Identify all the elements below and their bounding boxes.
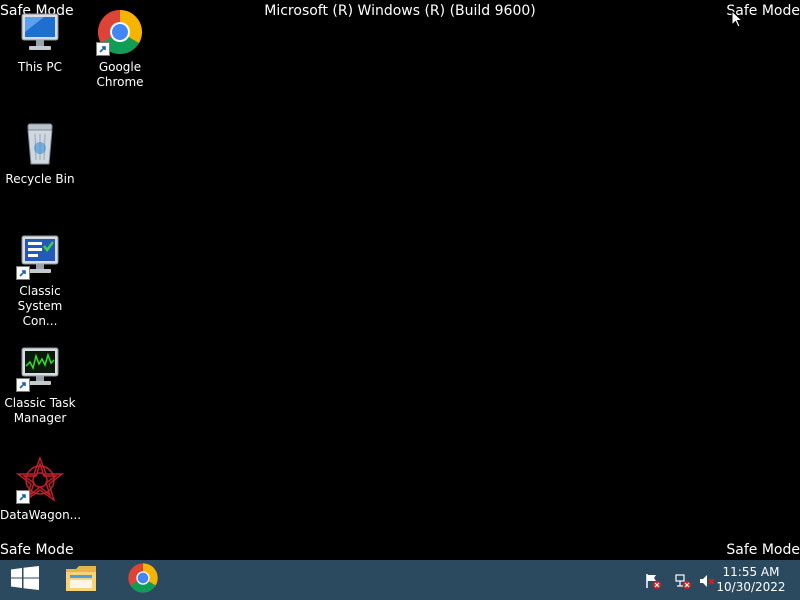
taskbar: 11:55 AM 10/30/2022 <box>0 560 800 600</box>
desktop-icon-label: This PC <box>18 60 62 74</box>
network-icon[interactable] <box>674 572 692 590</box>
shortcut-arrow-icon <box>16 266 30 280</box>
desktop-icon-google-chrome[interactable]: Google Chrome <box>80 8 160 90</box>
desktop-icon-label-line1: Classic Task <box>4 396 76 410</box>
desktop-icon-label-line1: Google <box>98 60 142 74</box>
start-button[interactable] <box>0 560 50 600</box>
desktop-icon-label: DataWagon... <box>0 508 82 522</box>
safe-mode-label-bottom-left: Safe Mode <box>0 542 74 558</box>
mouse-cursor-icon <box>731 9 744 32</box>
shortcut-arrow-icon <box>16 378 30 392</box>
clock-date: 10/30/2022 <box>716 580 786 594</box>
desktop-icon-label-line2: System Con... <box>17 299 63 328</box>
taskbar-clock[interactable]: 11:55 AM 10/30/2022 <box>716 565 786 595</box>
action-center-flag-icon[interactable] <box>644 572 662 590</box>
desktop-icon-label-line1: Classic <box>19 284 61 298</box>
chrome-icon <box>96 8 144 56</box>
windows-logo-icon <box>11 566 39 594</box>
desktop-icon-classic-task-manager[interactable]: Classic Task Manager <box>0 344 80 426</box>
desktop-icon-recycle-bin[interactable]: Recycle Bin <box>0 120 80 187</box>
chrome-icon <box>127 562 159 598</box>
recycle-bin-icon <box>16 120 64 168</box>
volume-muted-icon[interactable] <box>698 572 716 590</box>
file-explorer-icon <box>64 563 98 597</box>
datawagon-icon <box>15 456 65 504</box>
taskbar-chrome-button[interactable] <box>120 560 166 600</box>
shortcut-arrow-icon <box>16 490 30 504</box>
shortcut-arrow-icon <box>96 42 110 56</box>
safe-mode-label-bottom-right: Safe Mode <box>726 542 800 558</box>
task-manager-icon <box>16 344 64 392</box>
clock-time: 11:55 AM <box>722 565 780 579</box>
desktop-icon-classic-system-configuration[interactable]: Classic System Con... <box>0 232 80 329</box>
desktop-icon-label-line2: Manager <box>13 411 67 425</box>
desktop-icon-datawagon[interactable]: DataWagon... <box>0 456 82 523</box>
system-config-icon <box>16 232 64 280</box>
desktop-icon-this-pc[interactable]: This PC <box>0 8 80 75</box>
desktop-icon-label: Recycle Bin <box>5 172 75 186</box>
computer-icon <box>16 8 64 56</box>
taskbar-file-explorer-button[interactable] <box>58 560 104 600</box>
desktop-icon-label-line2: Chrome <box>96 75 144 89</box>
